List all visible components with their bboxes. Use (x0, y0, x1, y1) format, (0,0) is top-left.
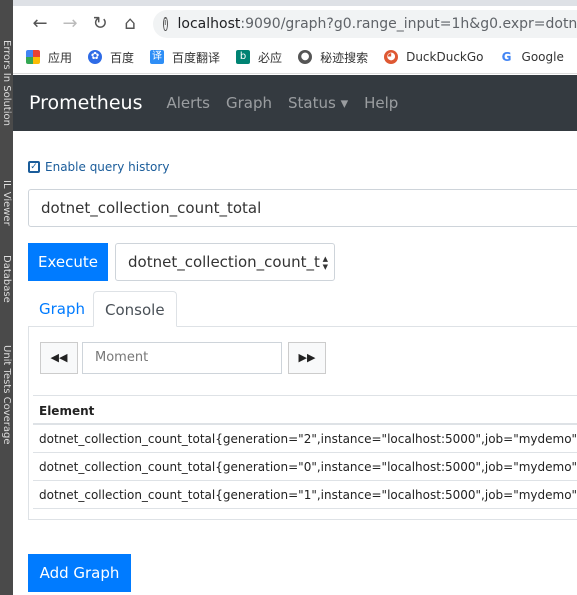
side-tab-il-viewer[interactable]: IL Viewer (0, 180, 13, 226)
select-arrows-icon: ▲ ▼ (319, 255, 328, 271)
table-row: dotnet_collection_count_total{generation… (33, 453, 577, 481)
bookmark-label: 必应 (258, 50, 283, 65)
address-bar[interactable]: i localhost:9090/graph?g0.range_input=1h… (153, 9, 577, 38)
side-tab-errors[interactable]: Errors In Solution (0, 40, 13, 126)
console-panel: ◀◀ Moment ▶▶ Element dotnet_collection_c… (28, 327, 577, 520)
table-row: dotnet_collection_count_total{generation… (33, 481, 577, 509)
browser-chrome: ← → ↻ ⌂ i localhost:9090/graph?g0.range_… (13, 0, 577, 75)
forward-button[interactable]: ▶▶ (288, 342, 326, 374)
bookmark-miji[interactable]: ● 秘迹搜索 (298, 49, 368, 66)
bookmark-label: 百度 (110, 50, 135, 65)
bookmark-label: DuckDuckGo (406, 50, 484, 64)
duckduckgo-icon: ◕ (384, 50, 399, 64)
apps-grid-icon (26, 50, 40, 64)
back-icon[interactable]: ← (25, 13, 55, 34)
info-icon[interactable]: i (163, 16, 168, 31)
bookmarks-bar: 应用 ✿ 百度 译百度翻译 b 必应 ● 秘迹搜索 ◕ DuckDuckGo G Goog… (13, 41, 577, 74)
results-table: Element dotnet_collection_count_total{ge… (33, 395, 577, 509)
query-history-toggle[interactable]: ✓ Enable query history (28, 160, 169, 174)
metric-select-value: dotnet_collection_count_t (128, 253, 320, 271)
double-left-icon: ◀◀ (50, 351, 68, 364)
bookmark-apps[interactable]: 应用 (26, 49, 72, 66)
google-icon: G (499, 50, 514, 64)
nav-status[interactable]: Status ▾ (288, 94, 348, 112)
bookmark-label: 秘迹搜索 (320, 50, 369, 65)
url-rest: :9090/graph?g0.range_input=1h&g0.expr=do… (240, 15, 577, 32)
reload-icon[interactable]: ↻ (85, 13, 115, 34)
execute-button[interactable]: Execute (28, 243, 108, 281)
forward-icon[interactable]: → (55, 13, 85, 34)
double-right-icon: ▶▶ (298, 351, 316, 364)
column-header-element: Element (33, 395, 577, 425)
moment-input[interactable]: Moment (82, 342, 282, 374)
bookmark-baidu[interactable]: ✿ 百度 (88, 49, 134, 66)
bookmark-duckduckgo[interactable]: ◕ DuckDuckGo (384, 50, 484, 64)
ide-side-panel: Errors In Solution IL Viewer Database Un… (0, 0, 13, 595)
bookmark-label: 百度翻译 (172, 50, 221, 65)
checkbox-checked-icon[interactable]: ✓ (28, 161, 40, 173)
table-row: dotnet_collection_count_total{generation… (33, 425, 577, 453)
globe-icon: ● (298, 50, 313, 64)
side-tab-database[interactable]: Database (0, 255, 13, 303)
translate-icon: 译 (150, 50, 165, 64)
nav-help[interactable]: Help (364, 94, 398, 112)
url-host: localhost (177, 15, 241, 32)
add-graph-button[interactable]: Add Graph (28, 554, 131, 592)
baidu-paw-icon: ✿ (88, 50, 103, 64)
bookmark-bing[interactable]: b 必应 (236, 49, 282, 66)
nav-graph[interactable]: Graph (226, 94, 272, 112)
panel-tabs: Graph Console (28, 291, 577, 327)
tab-console[interactable]: Console (93, 291, 177, 327)
rewind-button[interactable]: ◀◀ (40, 342, 78, 374)
bookmark-baidu-translate[interactable]: 译百度翻译 (150, 49, 220, 66)
side-tab-unit-tests[interactable]: Unit Tests Coverage (0, 345, 13, 445)
bookmark-label: 应用 (48, 50, 73, 65)
bookmark-google[interactable]: G Google (499, 50, 564, 64)
bookmark-label: Google (521, 50, 564, 64)
expression-input[interactable]: dotnet_collection_count_total (28, 189, 577, 227)
brand[interactable]: Prometheus (29, 92, 142, 114)
tab-graph[interactable]: Graph (28, 291, 96, 327)
bing-icon: b (236, 50, 251, 64)
home-icon[interactable]: ⌂ (115, 13, 145, 34)
nav-alerts[interactable]: Alerts (166, 94, 210, 112)
metric-select[interactable]: dotnet_collection_count_t ▲ ▼ (115, 243, 335, 281)
top-navbar: Prometheus Alerts Graph Status ▾ Help (13, 75, 577, 131)
query-history-label: Enable query history (45, 160, 170, 174)
